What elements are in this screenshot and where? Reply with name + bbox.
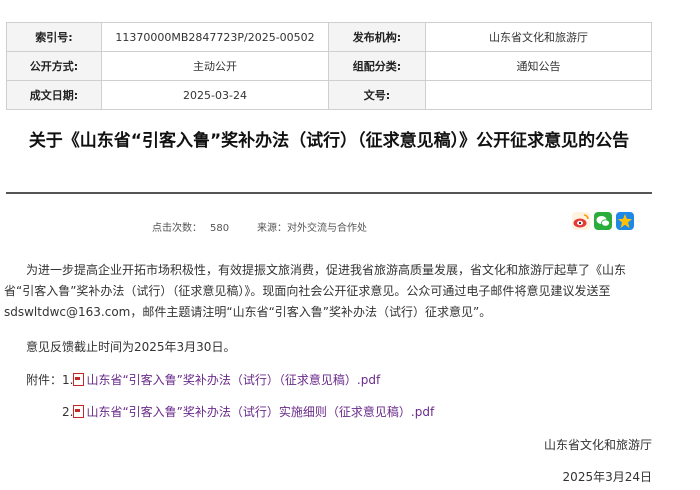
share-bar [572, 212, 634, 230]
date-label: 成文日期: [6, 80, 102, 110]
source-info: 来源：对外交流与合作处 [257, 219, 367, 234]
index-value: 11370000MB2847723P/2025-00502 [101, 22, 329, 52]
document-metadata-table: 索引号: 11370000MB2847723P/2025-00502 发布机构:… [6, 22, 652, 110]
category-value: 通知公告 [425, 51, 652, 81]
org-label: 发布机构: [328, 22, 426, 52]
attachment-link-1[interactable]: 1. 山东省“引客入鲁”奖补办法（试行）（征求意见稿）.pdf [62, 371, 380, 388]
signature-date: 2025年3月24日 [562, 470, 652, 484]
attachment-number: 1. [62, 372, 74, 387]
source-label: 来源： [257, 223, 287, 234]
open-method-label: 公开方式: [6, 51, 102, 81]
wechat-icon[interactable] [594, 212, 612, 230]
doc-number-label: 文号: [328, 80, 426, 110]
deadline-paragraph: 意见反馈截止时间为2025年3月30日。 [26, 340, 236, 354]
index-label: 索引号: [6, 22, 102, 52]
pdf-icon [73, 405, 85, 418]
pdf-icon [73, 373, 85, 386]
org-value: 山东省文化和旅游厅 [425, 22, 652, 52]
title-divider [6, 192, 652, 194]
category-label: 组配分类: [328, 51, 426, 81]
intro-paragraph: 为进一步提高企业开拓市场积极性，有效提振文旅消费，促进我省旅游高质量发展，省文化… [4, 263, 627, 319]
page-title: 关于《山东省“引客入鲁”奖补办法（试行）（征求意见稿）》公开征求意见的公告 [28, 131, 630, 151]
weibo-icon[interactable] [572, 212, 590, 230]
attachment-number: 2. [62, 404, 74, 419]
favorite-star-icon[interactable] [616, 212, 634, 230]
attachments-label: 附件： [26, 373, 63, 387]
attachment-name: 山东省“引客入鲁”奖补办法（试行）（征求意见稿）.pdf [86, 373, 381, 387]
doc-number-value [425, 80, 652, 110]
view-count: 点击次数： 580 [152, 219, 229, 234]
attachment-link-2[interactable]: 2. 山东省“引客入鲁”奖补办法（试行）实施细则（征求意见稿）.pdf [62, 403, 434, 420]
attachment-name: 山东省“引客入鲁”奖补办法（试行）实施细则（征求意见稿）.pdf [86, 405, 435, 419]
open-method-value: 主动公开 [101, 51, 329, 81]
view-count-label: 点击次数： [152, 223, 202, 234]
date-value: 2025-03-24 [101, 80, 329, 110]
signature-org: 山东省文化和旅游厅 [543, 438, 652, 452]
view-count-value: 580 [210, 223, 230, 234]
source-value: 对外交流与合作处 [287, 223, 367, 234]
